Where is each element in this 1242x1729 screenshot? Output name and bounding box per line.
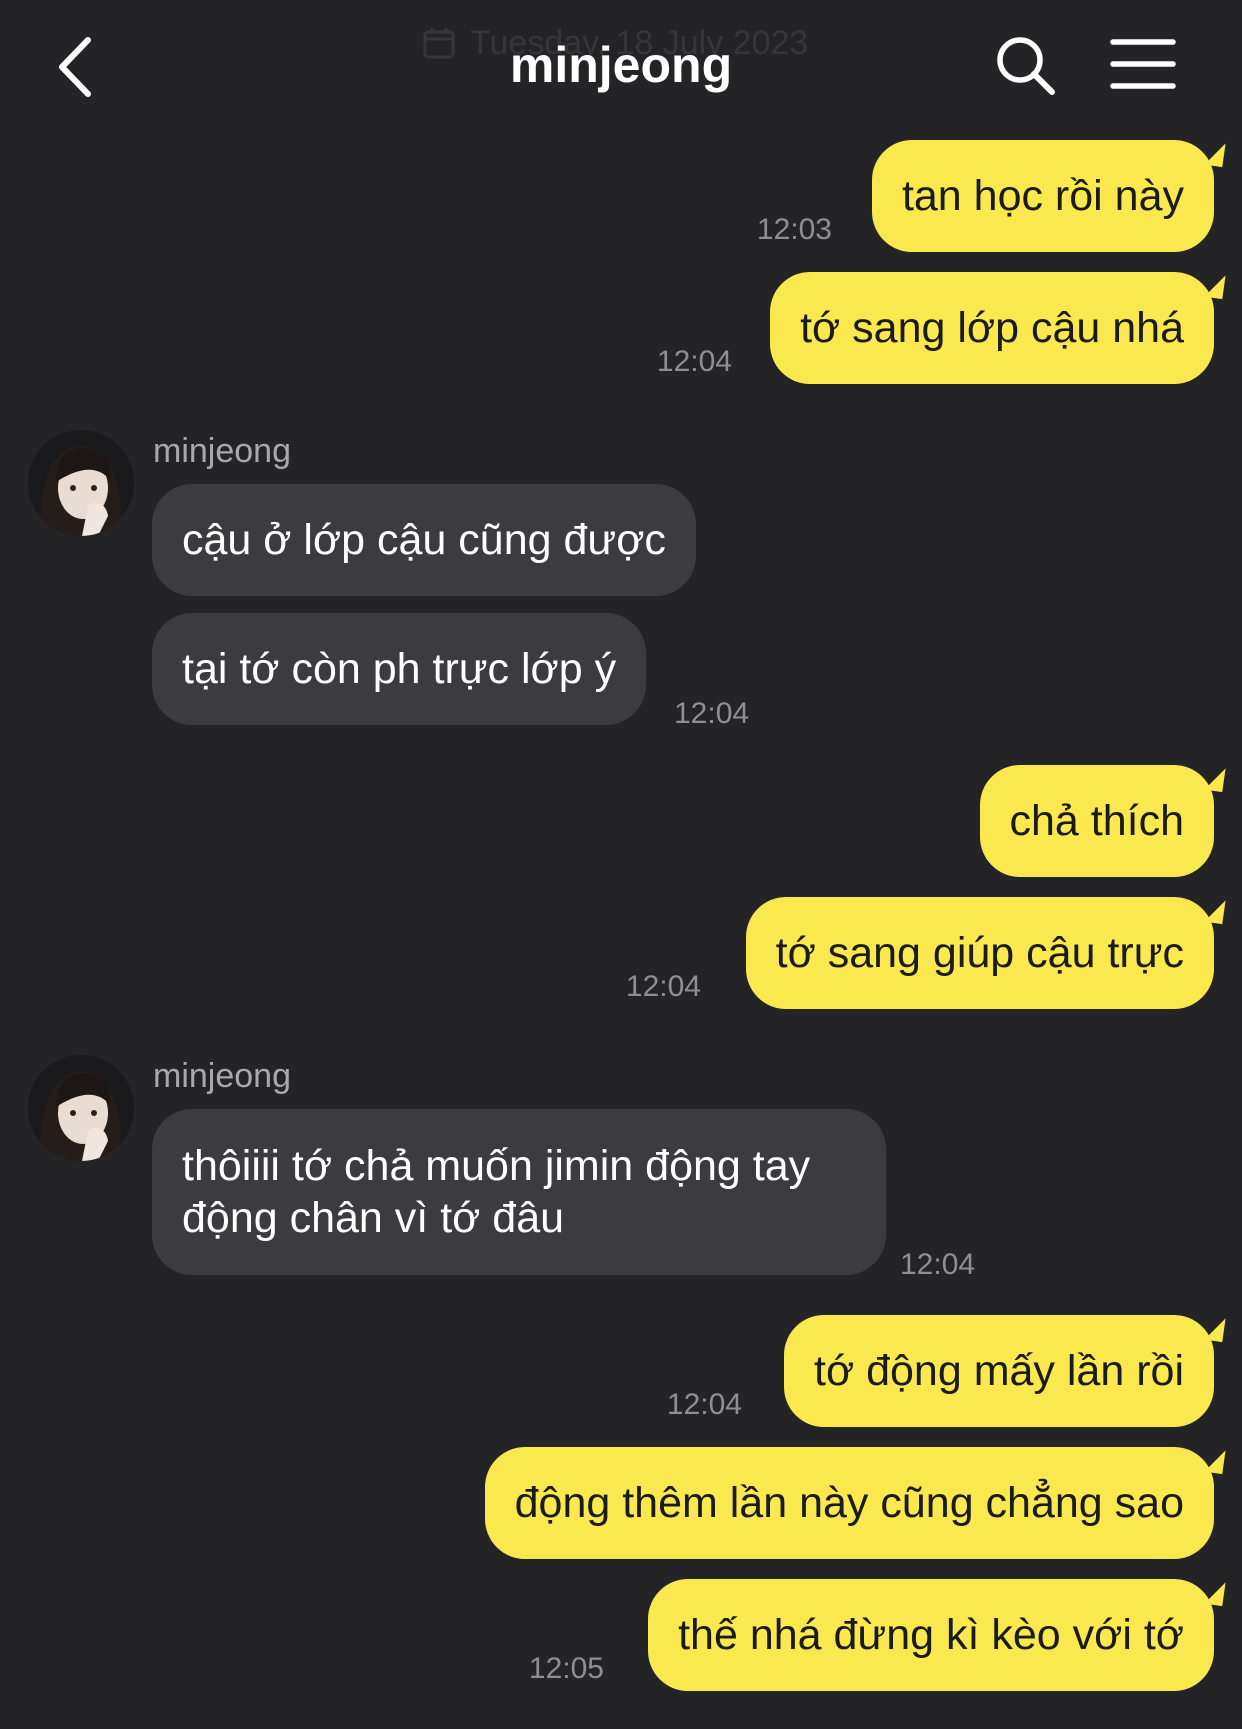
sender-name: minjeong [153,432,291,470]
my-message-bubble[interactable]: thế nhá đừng kì kèo với tớ [648,1579,1214,1691]
message-time: 12:05 [528,1652,604,1685]
message-text: tớ động mấy lần rồi [814,1347,1184,1395]
message-text: tại tớ còn ph trực lớp ý [182,645,617,693]
search-button[interactable] [990,30,1060,100]
message-time: 12:04 [656,345,732,378]
message-time: 12:04 [625,970,701,1003]
message-text: cậu ở lớp cậu cũng được [182,516,666,564]
my-message-bubble[interactable]: tớ sang giúp cậu trực [745,897,1214,1009]
my-message-bubble[interactable]: tớ động mấy lần rồi [784,1315,1214,1427]
avatar-photo [28,1055,134,1161]
message-time: 12:04 [900,1248,976,1281]
message-text: tan học rồi này [901,172,1184,220]
their-message-bubble[interactable]: thôiiii tớ chả muốn jimin động tay động … [152,1109,886,1275]
message-text: thế nhá đừng kì kèo với tớ [678,1611,1184,1659]
search-icon [997,37,1055,95]
message-text: tớ sang lớp cậu nhá [800,304,1184,352]
contact-avatar[interactable] [28,430,134,536]
my-message-bubble[interactable]: tớ sang lớp cậu nhá [770,272,1214,384]
message-time: 12:04 [674,697,750,730]
their-message-bubble[interactable]: tại tớ còn ph trực lớp ý [152,613,647,725]
message-text: tớ sang giúp cậu trực [775,929,1184,977]
avatar-photo [28,430,134,536]
their-message-bubble[interactable]: cậu ở lớp cậu cũng được [152,484,696,596]
my-message-bubble[interactable]: động thêm lần này cũng chẳng sao [484,1447,1214,1559]
contact-avatar[interactable] [28,1055,134,1161]
message-text: thôiiii tớ chả muốn jimin động tay động … [182,1142,811,1242]
hamburger-menu-icon [1110,39,1176,89]
message-text: động thêm lần này cũng chẳng sao [514,1479,1184,1527]
message-text: chả thích [1009,797,1185,845]
menu-button[interactable] [1110,36,1176,92]
message-time: 12:04 [666,1388,742,1421]
my-message-bubble[interactable]: chả thích [979,765,1214,877]
my-message-bubble[interactable]: tan học rồi này [871,140,1214,252]
sender-name: minjeong [153,1057,291,1095]
chat-header: Tuesday, 18 July 2023 minjeong [0,0,1242,130]
message-time: 12:03 [756,213,832,246]
